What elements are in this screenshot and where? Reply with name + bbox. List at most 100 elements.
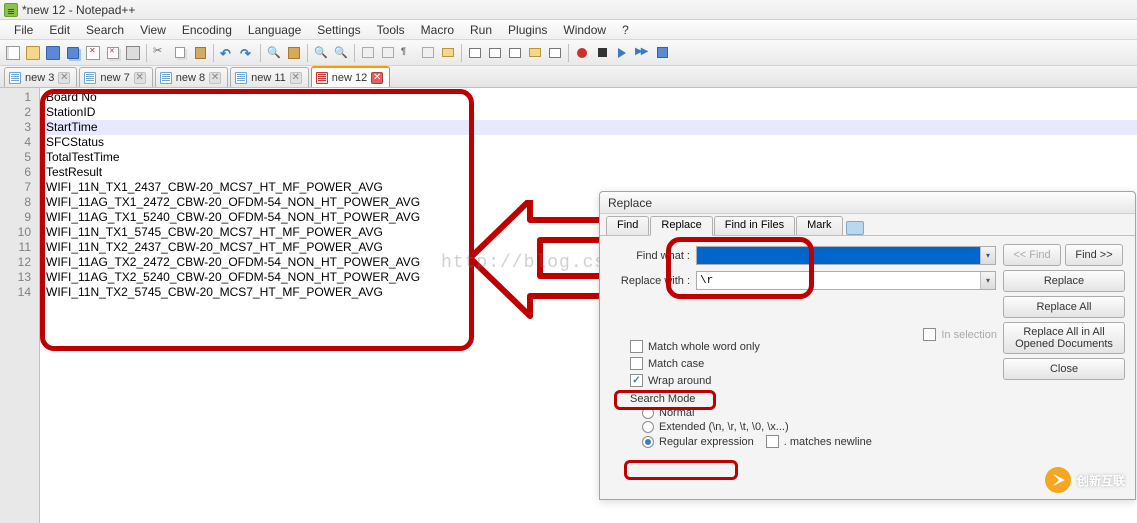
find-history-dropdown[interactable]: ▾ xyxy=(980,247,995,264)
window-title: *new 12 - Notepad++ xyxy=(22,3,135,17)
tab-label: new 8 xyxy=(176,72,205,84)
dialog-title: Replace xyxy=(600,192,1135,214)
menu-run[interactable]: Run xyxy=(462,21,500,39)
save-button[interactable] xyxy=(44,44,62,62)
menu-plugins[interactable]: Plugins xyxy=(500,21,555,39)
menu-search[interactable]: Search xyxy=(78,21,132,39)
zoom-out-button[interactable]: 🔍 xyxy=(332,44,350,62)
undo-button[interactable]: ↶ xyxy=(218,44,236,62)
search-mode-label-regex: Regular expression xyxy=(659,436,754,448)
wrap-around-label: Wrap around xyxy=(648,375,711,387)
watermark-logo-icon xyxy=(1045,467,1071,493)
dialog-tab-find-in-files[interactable]: Find in Files xyxy=(714,216,795,235)
replace-all-open-button[interactable]: Replace All in All Opened Documents xyxy=(1003,322,1125,354)
document-tab[interactable]: new 12 ✕ xyxy=(311,66,390,87)
document-tab[interactable]: new 3 ✕ xyxy=(4,67,77,87)
dialog-tab-mark[interactable]: Mark xyxy=(796,216,842,235)
monitor-button[interactable] xyxy=(546,44,564,62)
replace-with-input[interactable] xyxy=(696,271,996,290)
doc-list-button[interactable] xyxy=(486,44,504,62)
menu-edit[interactable]: Edit xyxy=(41,21,78,39)
app-icon xyxy=(4,3,18,17)
document-tab[interactable]: new 7✕ xyxy=(79,67,152,87)
menu-view[interactable]: View xyxy=(132,21,174,39)
redo-button[interactable]: ↷ xyxy=(238,44,256,62)
in-selection-label: In selection xyxy=(941,329,997,341)
copy-button[interactable] xyxy=(171,44,189,62)
tab-close-button[interactable]: ✕ xyxy=(209,72,221,84)
paste-button[interactable] xyxy=(191,44,209,62)
toolbar: ✂ ↶ ↷ 🔍 🔍 🔍 ¶ ▶▶ xyxy=(0,40,1137,66)
find-what-input[interactable] xyxy=(696,246,996,265)
replace-button[interactable]: Replace xyxy=(1003,270,1125,292)
search-mode-radio-regex[interactable] xyxy=(642,436,654,448)
menu-file[interactable]: File xyxy=(6,21,41,39)
file-icon xyxy=(160,72,172,84)
menu-settings[interactable]: Settings xyxy=(309,21,368,39)
close-button[interactable]: Close xyxy=(1003,358,1125,380)
match-whole-word-checkbox[interactable] xyxy=(630,340,643,353)
tab-label: new 3 xyxy=(25,72,54,84)
tab-close-button[interactable]: ✕ xyxy=(371,72,383,84)
folder-ws-button[interactable] xyxy=(526,44,544,62)
new-file-button[interactable] xyxy=(4,44,22,62)
func-list-button[interactable] xyxy=(506,44,524,62)
replace-button[interactable] xyxy=(285,44,303,62)
find-prev-button[interactable]: << Find xyxy=(1003,244,1061,266)
menu-[interactable]: ? xyxy=(614,21,637,39)
doc-map-button[interactable] xyxy=(466,44,484,62)
zoom-in-button[interactable]: 🔍 xyxy=(312,44,330,62)
search-mode-radio-normal[interactable] xyxy=(642,407,654,419)
save-all-button[interactable] xyxy=(64,44,82,62)
menu-macro[interactable]: Macro xyxy=(413,21,462,39)
search-mode-label-extended: Extended (\n, \r, \t, \0, \x...) xyxy=(659,421,789,433)
search-mode-radio-extended[interactable] xyxy=(642,421,654,433)
open-file-button[interactable] xyxy=(24,44,42,62)
play-macro-button[interactable] xyxy=(613,44,631,62)
match-case-checkbox[interactable] xyxy=(630,357,643,370)
watermark-logo: 创新互联 xyxy=(1045,467,1125,493)
wrap-around-checkbox[interactable]: ✓ xyxy=(630,374,643,387)
tab-close-button[interactable]: ✕ xyxy=(58,72,70,84)
replace-all-button[interactable]: Replace All xyxy=(1003,296,1125,318)
find-next-button[interactable]: Find >> xyxy=(1065,244,1123,266)
line-gutter: 1234567891011121314 xyxy=(0,88,40,523)
play-multi-button[interactable]: ▶▶ xyxy=(633,44,651,62)
sync-v-button[interactable] xyxy=(359,44,377,62)
tab-label: new 11 xyxy=(251,72,286,84)
dialog-tab-find[interactable]: Find xyxy=(606,216,649,235)
find-button[interactable]: 🔍 xyxy=(265,44,283,62)
tab-label: new 12 xyxy=(332,72,367,84)
file-icon xyxy=(84,72,96,84)
save-macro-button[interactable] xyxy=(653,44,671,62)
indent-guide-button[interactable] xyxy=(419,44,437,62)
print-button[interactable] xyxy=(124,44,142,62)
word-wrap-button[interactable] xyxy=(379,44,397,62)
menu-tools[interactable]: Tools xyxy=(369,21,413,39)
replace-history-dropdown[interactable]: ▾ xyxy=(980,272,995,289)
dialog-tab-replace[interactable]: Replace xyxy=(650,216,712,236)
lang-button[interactable] xyxy=(439,44,457,62)
close-file-button[interactable] xyxy=(84,44,102,62)
matches-newline-checkbox[interactable] xyxy=(766,435,779,448)
replace-dialog: Replace FindReplaceFind in FilesMark Fin… xyxy=(599,191,1136,500)
dialog-tabs: FindReplaceFind in FilesMark xyxy=(600,214,1135,236)
menu-encoding[interactable]: Encoding xyxy=(174,21,240,39)
file-icon xyxy=(235,72,247,84)
file-icon xyxy=(9,72,21,84)
stop-macro-button[interactable] xyxy=(593,44,611,62)
menu-window[interactable]: Window xyxy=(555,21,614,39)
show-chars-button[interactable]: ¶ xyxy=(399,44,417,62)
record-macro-button[interactable] xyxy=(573,44,591,62)
matches-newline-label: . matches newline xyxy=(784,436,872,448)
search-mode-label-normal: Normal xyxy=(659,407,694,419)
close-all-button[interactable] xyxy=(104,44,122,62)
cut-button[interactable]: ✂ xyxy=(151,44,169,62)
in-selection-checkbox[interactable] xyxy=(923,328,936,341)
tab-close-button[interactable]: ✕ xyxy=(290,72,302,84)
tab-close-button[interactable]: ✕ xyxy=(134,72,146,84)
document-tab[interactable]: new 8 ✕ xyxy=(155,67,228,87)
document-tab[interactable]: new 11 ✕ xyxy=(230,67,309,87)
dialog-body: Find what : ▾ Replace with : ▾ << Find F… xyxy=(600,236,1135,458)
menu-language[interactable]: Language xyxy=(240,21,309,39)
